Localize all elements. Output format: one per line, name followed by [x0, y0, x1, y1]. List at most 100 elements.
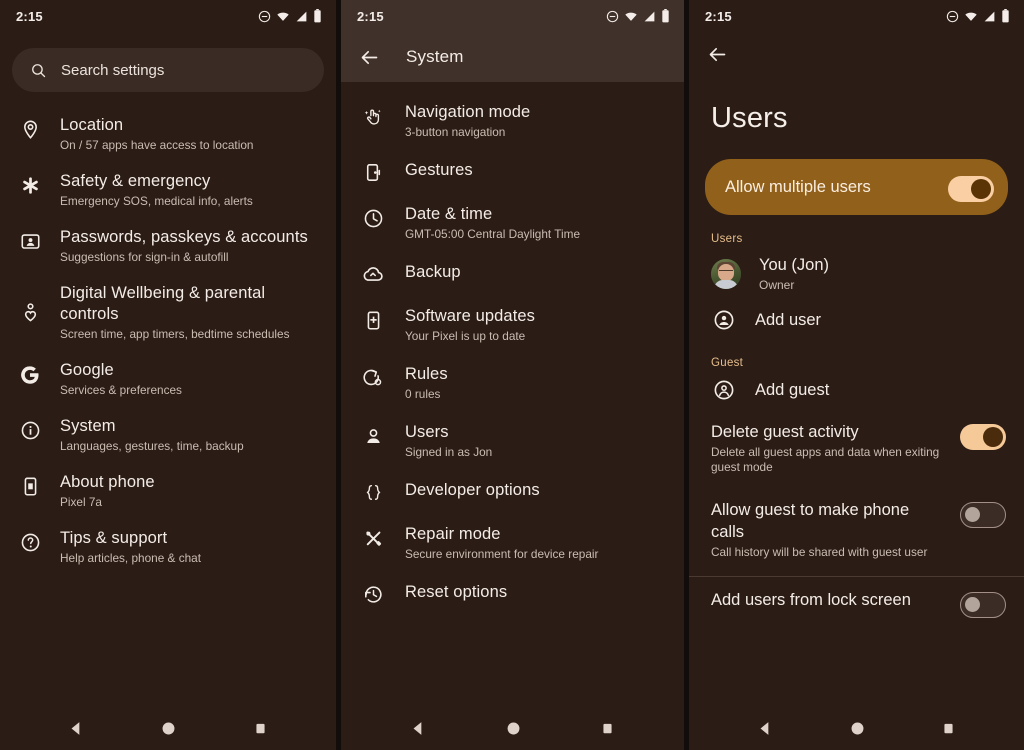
status-bar: 2:15 [341, 0, 684, 32]
settings-item-google[interactable]: Google Services & preferences [0, 351, 336, 407]
settings-item-subtitle: Services & preferences [60, 383, 182, 397]
nav-home-icon[interactable] [849, 720, 866, 737]
toggle-subtitle: Delete all guest apps and data when exit… [711, 445, 940, 474]
allow-multiple-users-switch[interactable] [948, 175, 994, 202]
settings-item-passwords-passkeys-accounts[interactable]: Passwords, passkeys & accounts Suggestio… [0, 218, 336, 274]
search-input[interactable]: Search settings [12, 48, 324, 92]
settings-item-subtitle: Emergency SOS, medical info, alerts [60, 194, 253, 208]
system-item-backup[interactable]: Backup [341, 252, 684, 296]
system-item-developer-options[interactable]: Developer options [341, 470, 684, 514]
add-guest-label: Add guest [755, 380, 830, 399]
page-title: Users [711, 102, 788, 134]
wifi-icon [277, 12, 289, 21]
system-item-navigation-mode[interactable]: Navigation mode 3-button navigation [341, 92, 684, 150]
status-bar: 2:15 [689, 0, 1024, 32]
users-section-label: Users [711, 233, 743, 245]
allow-multiple-users-card[interactable]: Allow multiple users [705, 159, 1008, 215]
user-name: You (Jon) [759, 256, 830, 274]
system-item-subtitle: Secure environment for device repair [405, 547, 599, 561]
back-arrow-icon[interactable] [359, 47, 380, 68]
toggle-row-allow-guest-phone-calls[interactable]: Allow guest to make phone calls Call his… [689, 487, 1024, 572]
nav-back-icon[interactable] [68, 720, 85, 737]
settings-item-title: System [60, 417, 116, 435]
signal-icon [296, 11, 307, 21]
status-bar-icons [946, 9, 1010, 23]
passkey-id-icon [18, 231, 42, 252]
system-item-subtitle: 3-button navigation [405, 125, 506, 139]
signal-icon [984, 11, 995, 21]
system-item-title: Software updates [405, 307, 536, 325]
rules-icon [361, 368, 385, 389]
settings-item-safety-emergency[interactable]: Safety & emergency Emergency SOS, medica… [0, 162, 336, 218]
info-circle-icon [18, 420, 42, 441]
settings-item-subtitle: On / 57 apps have access to location [60, 138, 254, 152]
system-item-date-time[interactable]: Date & time GMT-05:00 Central Daylight T… [341, 194, 684, 252]
navigation-bar [0, 706, 336, 750]
settings-item-title: Passwords, passkeys & accounts [60, 228, 308, 246]
braces-icon [361, 482, 385, 503]
back-arrow-icon[interactable] [707, 44, 728, 70]
nav-recents-icon[interactable] [253, 721, 268, 736]
allow-guest-phone-calls-switch[interactable] [960, 502, 1006, 528]
settings-item-digital-wellbeing[interactable]: Digital Wellbeing & parental controls Sc… [0, 274, 336, 351]
app-bar [689, 32, 1024, 82]
phone-screen-users: 2:15 Users Allow multiple users Users Yo… [689, 0, 1024, 750]
settings-item-system[interactable]: System Languages, gestures, time, backup [0, 407, 336, 463]
nav-home-icon[interactable] [160, 720, 177, 737]
search-placeholder: Search settings [61, 61, 165, 79]
dnd-icon [606, 10, 619, 22]
settings-item-subtitle: Screen time, app timers, bedtime schedul… [60, 327, 290, 341]
status-bar-time: 2:15 [357, 8, 384, 24]
google-g-icon [18, 364, 42, 386]
settings-item-title: Location [60, 116, 124, 134]
system-item-repair-mode[interactable]: Repair mode Secure environment for devic… [341, 514, 684, 572]
navigation-bar [689, 706, 1024, 750]
settings-item-tips-support[interactable]: Tips & support Help articles, phone & ch… [0, 519, 336, 575]
system-item-reset-options[interactable]: Reset options [341, 572, 684, 616]
nav-back-icon[interactable] [410, 720, 427, 737]
software-update-icon [361, 310, 385, 331]
add-guest-row[interactable]: Add guest [689, 371, 1024, 409]
system-item-software-updates[interactable]: Software updates Your Pixel is up to dat… [341, 296, 684, 354]
wellbeing-icon [18, 302, 42, 323]
system-item-title: Gestures [405, 161, 473, 179]
nav-recents-icon[interactable] [600, 721, 615, 736]
system-item-title: Reset options [405, 583, 508, 601]
nav-back-icon[interactable] [757, 720, 774, 737]
system-item-title: Date & time [405, 205, 493, 223]
wifi-icon [625, 12, 637, 21]
nav-home-icon[interactable] [505, 720, 522, 737]
toggle-row-add-users-from-lock-screen[interactable]: Add users from lock screen [689, 577, 1024, 630]
status-bar-icons [606, 9, 670, 23]
wifi-icon [965, 12, 977, 21]
navigation-gesture-icon [361, 106, 385, 127]
add-user-row[interactable]: Add user [689, 301, 1024, 339]
toggle-row-delete-guest-activity[interactable]: Delete guest activity Delete all guest a… [689, 409, 1024, 487]
page-title: System [406, 47, 464, 66]
settings-item-title: Digital Wellbeing & parental controls [60, 284, 266, 323]
dnd-icon [258, 10, 271, 22]
search-icon [32, 63, 46, 77]
user-row-owner[interactable]: You (Jon) Owner [689, 247, 1024, 301]
nav-recents-icon[interactable] [941, 721, 956, 736]
toggle-subtitle: Call history will be shared with guest u… [711, 545, 928, 559]
clock-icon [361, 208, 385, 229]
settings-item-location[interactable]: Location On / 57 apps have access to loc… [0, 106, 336, 162]
system-item-users[interactable]: Users Signed in as Jon [341, 412, 684, 470]
settings-item-about-phone[interactable]: About phone Pixel 7a [0, 463, 336, 519]
system-item-subtitle: Your Pixel is up to date [405, 329, 526, 343]
help-circle-icon [18, 532, 42, 553]
delete-guest-activity-switch[interactable] [960, 424, 1006, 450]
toggle-title: Allow guest to make phone calls [711, 501, 910, 541]
add-user-label: Add user [755, 310, 822, 329]
toggle-title: Add users from lock screen [711, 591, 911, 609]
system-item-rules[interactable]: Rules 0 rules [341, 354, 684, 412]
status-bar: 2:15 [0, 0, 336, 32]
status-bar-icons [258, 9, 322, 23]
person-icon [361, 426, 385, 447]
settings-item-subtitle: Languages, gestures, time, backup [60, 439, 244, 453]
system-list: Navigation mode 3-button navigation Gest… [341, 82, 684, 616]
system-item-subtitle: 0 rules [405, 387, 441, 401]
system-item-gestures[interactable]: Gestures [341, 150, 684, 194]
add-users-from-lock-screen-switch[interactable] [960, 592, 1006, 618]
